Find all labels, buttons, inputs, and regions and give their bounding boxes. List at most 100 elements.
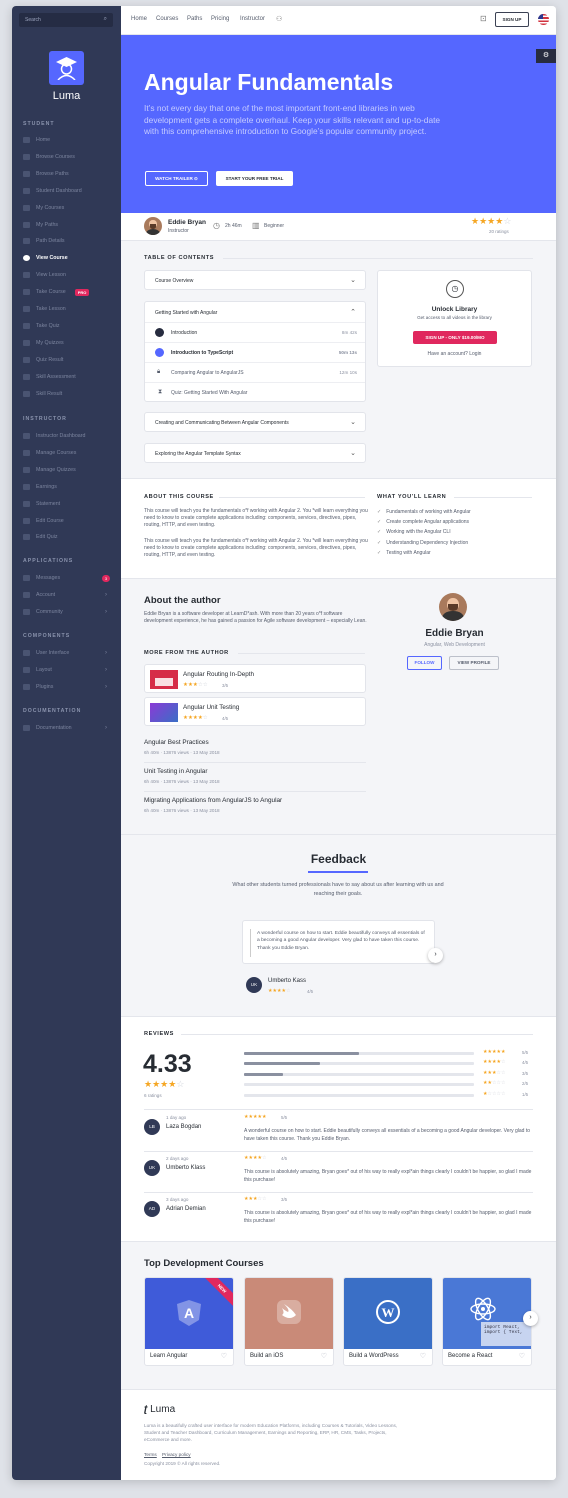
- sidebar: Search ⌕ Luma STUDENT Home Browse Courses Br…: [12, 6, 121, 1480]
- chevron-right-icon: ›: [105, 591, 107, 598]
- sidebar-item-manage-courses[interactable]: Manage Courses: [23, 448, 76, 458]
- search-input[interactable]: Search ⌕: [19, 13, 113, 27]
- sidebar-section-components: COMPONENTS: [23, 633, 71, 639]
- check-icon: ✓: [377, 549, 382, 556]
- sidebar-item-edit-course[interactable]: Edit Course: [23, 516, 64, 526]
- top-courses-heading: Top Development Courses: [144, 1258, 264, 1269]
- top-course-card[interactable]: A NEW Learn Angular ♡: [144, 1277, 234, 1366]
- course-title: Become a React: [448, 1353, 493, 1359]
- sidebar-item-browse-paths[interactable]: Browse Paths: [23, 169, 69, 179]
- users-icon[interactable]: ⚇: [276, 15, 282, 23]
- course-title: Learn Angular: [150, 1353, 188, 1359]
- sidebar-item-quiz-result[interactable]: Quiz Result: [23, 355, 63, 365]
- top-course-card[interactable]: Build an iOS ♡: [244, 1277, 334, 1366]
- lesson-row[interactable]: ⧗ Quiz: Getting Started With Angular: [145, 382, 365, 402]
- watch-trailer-button[interactable]: WATCH TRAILER ⊙: [145, 171, 208, 186]
- toc-section-overview[interactable]: Course Overview ⌄: [144, 270, 366, 290]
- heart-icon[interactable]: ♡: [321, 1352, 327, 1360]
- instructor-avatar[interactable]: [144, 217, 162, 235]
- lesson-row[interactable]: Introduction 8m 42s: [145, 322, 365, 342]
- author-course-card[interactable]: Angular Routing In-Depth ★★★☆☆ 3/5: [144, 664, 366, 693]
- instructor-name[interactable]: Eddie Bryan: [168, 219, 206, 226]
- view-profile-button[interactable]: VIEW PROFILE: [449, 656, 499, 670]
- signup-subscribe-button[interactable]: SIGN UP - ONLY $19.00/MO: [413, 331, 497, 344]
- us-flag-icon[interactable]: [538, 14, 549, 25]
- sidebar-item-take-lesson[interactable]: Take Lesson: [23, 304, 66, 314]
- carousel-next-icon[interactable]: ›: [523, 1311, 538, 1326]
- author-course-link[interactable]: Angular Best Practices: [144, 739, 209, 746]
- nav-paths[interactable]: Paths: [187, 16, 202, 22]
- sidebar-item-plugins[interactable]: Plugins ›: [23, 682, 107, 692]
- author-bio: Eddie Bryan is a software developer at L…: [144, 611, 367, 624]
- sidebar-item-statement[interactable]: Statement: [23, 499, 60, 509]
- sidebar-item-student-dashboard[interactable]: Student Dashboard: [23, 186, 82, 196]
- sidebar-item-my-paths[interactable]: My Paths: [23, 220, 58, 230]
- sidebar-item-my-courses[interactable]: My Courses: [23, 203, 64, 213]
- sidebar-item-messages[interactable]: Messages 3: [23, 573, 110, 583]
- lesson-row[interactable]: 🔒︎ Comparing Angular to AngularJS 12m 10s: [145, 362, 365, 382]
- check-icon: [155, 328, 164, 337]
- nav-pricing[interactable]: Pricing: [211, 16, 229, 22]
- sidebar-item-instructor-dashboard[interactable]: Instructor Dashboard: [23, 431, 85, 441]
- lock-icon[interactable]: ⊡: [480, 14, 487, 23]
- top-course-card[interactable]: import React, import { Text, Become a Rea…: [442, 1277, 532, 1366]
- author-course-link[interactable]: Migrating Applications from AngularJS to…: [144, 797, 282, 804]
- sidebar-item-my-paths-icon: [23, 221, 30, 228]
- sidebar-item-layout-icon: [23, 666, 30, 673]
- sidebar-item-skill-result[interactable]: Skill Result: [23, 389, 62, 399]
- course-title: Build a WordPress: [349, 1353, 399, 1359]
- sidebar-item-view-lesson[interactable]: View Lesson: [23, 270, 66, 280]
- terms-link[interactable]: Terms: [144, 1452, 157, 1457]
- nav-home[interactable]: Home: [131, 16, 147, 22]
- sidebar-item-earnings-icon: [23, 483, 30, 490]
- top-course-card[interactable]: W Build a WordPress ♡: [343, 1277, 433, 1366]
- sidebar-item-community[interactable]: Community ›: [23, 607, 107, 617]
- heart-icon[interactable]: ♡: [420, 1352, 426, 1360]
- author-course-link[interactable]: Unit Testing in Angular: [144, 768, 207, 775]
- chevron-right-icon: ›: [105, 650, 107, 656]
- footer-brand: ʈ Luma: [144, 1404, 176, 1415]
- sidebar-item-layout[interactable]: Layout ›: [23, 665, 107, 675]
- author-avatar[interactable]: [439, 593, 467, 621]
- sidebar-item-user-interface[interactable]: User Interface ›: [23, 648, 107, 658]
- sidebar-item-edit-quiz-icon: [23, 534, 30, 541]
- free-trial-button[interactable]: START YOUR FREE TRIAL: [216, 171, 293, 186]
- app-window: Search ⌕ Luma STUDENT Home Browse Courses Br…: [12, 6, 556, 1480]
- sidebar-item-earnings[interactable]: Earnings: [23, 482, 57, 492]
- nav-courses[interactable]: Courses: [156, 16, 178, 22]
- reviewer-name: Laza Bogdan: [166, 1124, 202, 1130]
- login-link[interactable]: Have an account? Login: [378, 351, 531, 357]
- settings-gear-icon[interactable]: ⚙: [536, 49, 556, 63]
- signup-button[interactable]: SIGN UP: [495, 12, 529, 27]
- sidebar-item-take-course[interactable]: Take Course PRO: [23, 287, 90, 297]
- sidebar-item-skill-assessment[interactable]: Skill Assessment: [23, 372, 76, 382]
- sidebar-item-manage-quizzes[interactable]: Manage Quizzes: [23, 465, 76, 475]
- follow-button[interactable]: FOLLOW: [407, 656, 442, 670]
- sidebar-item-view-course[interactable]: View Course: [23, 253, 68, 263]
- sidebar-item-account[interactable]: Account ›: [23, 590, 107, 600]
- sidebar-item-path-details[interactable]: Path Details: [23, 236, 65, 246]
- sidebar-item-take-course-icon: [23, 289, 30, 296]
- next-arrow-icon[interactable]: ›: [428, 948, 443, 963]
- lesson-row-current[interactable]: Introduction to TypeScript 50m 13s: [145, 342, 365, 362]
- privacy-link[interactable]: Privacy policy: [162, 1452, 191, 1457]
- sidebar-item-take-quiz[interactable]: Take Quiz: [23, 321, 60, 331]
- sidebar-item-documentation[interactable]: Documentation ›: [23, 723, 107, 733]
- sidebar-item-my-quizzes[interactable]: My Quizzes: [23, 338, 64, 348]
- footer: ʈ Luma Luma is a beautifully crafted use…: [121, 1389, 556, 1480]
- author-course-card[interactable]: Angular Unit Testing ★★★★☆ 4/5: [144, 697, 366, 726]
- sidebar-item-home[interactable]: Home: [23, 135, 50, 145]
- review-text: This course is absolutely amazing, Bryan…: [244, 1169, 532, 1183]
- toc-section-components[interactable]: Creating and Communicating Between Angul…: [144, 412, 366, 432]
- toc-section-template-syntax[interactable]: Exploring the Angular Template Syntax ⌄: [144, 443, 366, 463]
- nav-instructor[interactable]: Instructor: [240, 16, 265, 22]
- hourglass-icon: ⧗: [158, 389, 163, 395]
- sidebar-item-edit-quiz[interactable]: Edit Quiz: [23, 532, 58, 542]
- toc-section-getting-started[interactable]: Getting Started with Angular ⌃ Introducti…: [144, 301, 366, 402]
- sidebar-section-applications: APPLICATIONS: [23, 558, 74, 564]
- sidebar-item-browse-courses[interactable]: Browse Courses: [23, 152, 75, 162]
- heart-icon[interactable]: ♡: [519, 1352, 525, 1360]
- author-name: Eddie Bryan: [425, 628, 484, 639]
- heart-icon[interactable]: ♡: [221, 1352, 227, 1360]
- course-rating-stars: ★★★★☆: [471, 216, 512, 226]
